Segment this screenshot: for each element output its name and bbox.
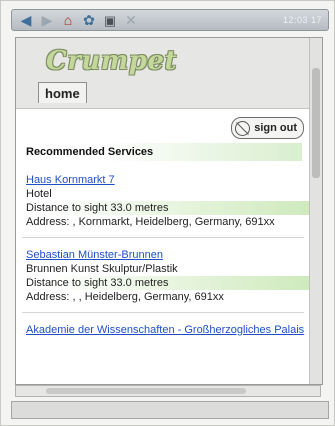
pda-screen: ◀ ▶ ⌂ ✿ ▣ ✕ 12:03 17 Crumpet home sign o… [0,0,335,426]
browser-toolbar: ◀ ▶ ⌂ ✿ ▣ ✕ 12:03 17 [11,9,329,31]
service-distance: Distance to sight 33.0 metres [16,201,310,215]
service-item: Akademie der Wissenschaften - Großherzog… [16,323,310,337]
sign-out-label: sign out [254,122,297,134]
sign-out-button[interactable]: sign out [231,117,304,139]
signout-row: sign out [16,109,310,143]
divider [22,237,304,238]
scroll-thumb[interactable] [46,388,246,394]
tab-home[interactable]: home [38,82,87,103]
service-type: Brunnen Kunst Skulptur/Plastik [26,263,178,275]
stop-icon[interactable]: ✕ [122,11,140,29]
save-icon[interactable]: ▣ [101,11,119,29]
back-arrow-icon[interactable]: ◀ [17,11,35,29]
home-icon[interactable]: ⌂ [59,11,77,29]
service-link[interactable]: Haus Kornmarkt 7 [16,173,310,187]
service-distance: Distance to sight 33.0 metres [16,276,310,290]
service-address: Address: , Kornmarkt, Heidelberg, German… [26,216,275,228]
browser-viewport: Crumpet home sign out Recommended Servic… [15,37,323,385]
horizontal-scrollbar[interactable] [15,385,321,397]
service-link[interactable]: Akademie der Wissenschaften - Großherzog… [16,323,310,337]
crumpet-logo: Crumpet [46,46,178,76]
service-item: Haus Kornmarkt 7 Hotel Distance to sight… [16,173,310,238]
service-item: Sebastian Münster-Brunnen Brunnen Kunst … [16,248,310,313]
vertical-scrollbar[interactable] [309,38,322,384]
site-header: Crumpet home [16,38,310,109]
service-link[interactable]: Sebastian Münster-Brunnen [16,248,310,262]
page-content: Crumpet home sign out Recommended Servic… [16,38,310,337]
status-bar [11,401,329,419]
divider [22,312,304,313]
section-title: Recommended Services [16,143,302,161]
no-entry-icon [235,120,251,136]
scroll-thumb[interactable] [312,68,320,178]
forward-arrow-icon[interactable]: ▶ [38,11,56,29]
service-address: Address: , , Heidelberg, Germany, 691xx [26,291,224,303]
service-type: Hotel [26,188,52,200]
clock-display: 12:03 17 [282,15,322,25]
settings-icon[interactable]: ✿ [80,11,98,29]
